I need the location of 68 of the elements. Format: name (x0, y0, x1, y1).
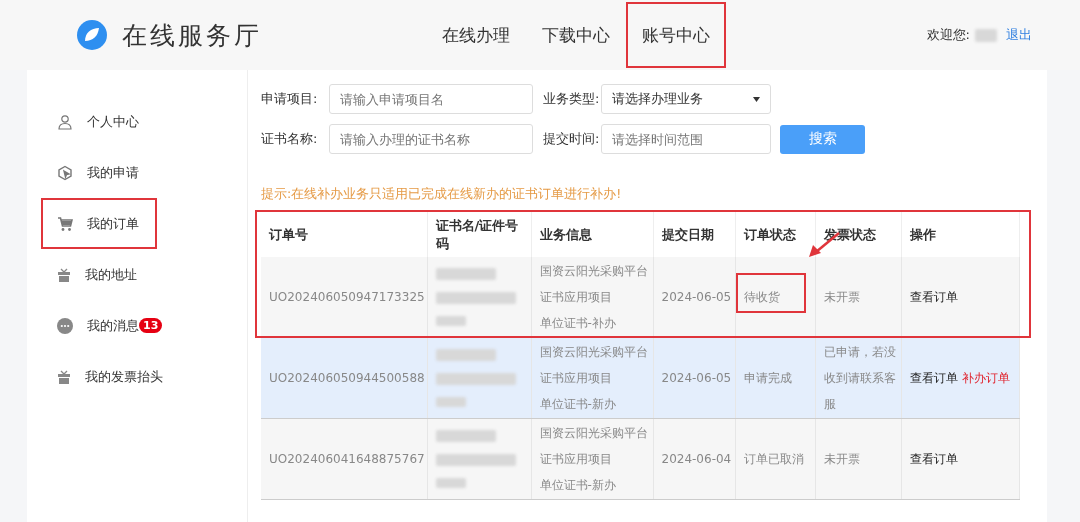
invoice-status: 未开票 (823, 289, 861, 306)
reissue-link[interactable]: 补办订单 (961, 371, 1010, 385)
field-label: 申请项目: (261, 90, 319, 108)
invoice-status: 未开票 (823, 451, 861, 468)
column-header: 证书名/证件号码 (435, 217, 519, 251)
order-number: UO202406041648875767 (269, 452, 425, 466)
table-cell: 2024-06-04 (661, 452, 732, 466)
column-header: 操作 (909, 226, 936, 242)
sidebar-item[interactable]: 我的申请 (41, 147, 247, 198)
chat-icon (57, 317, 73, 334)
sidebar-item[interactable]: 个人中心 (41, 96, 247, 147)
field-label: 证书名称: (261, 130, 319, 148)
column-header: 订单状态 (743, 226, 796, 242)
order-status: 订单已取消 (743, 452, 804, 466)
business-info: 国资云阳光采购平台 (539, 344, 649, 361)
blurred-text (435, 397, 466, 407)
blurred-text (435, 268, 496, 280)
view-order-link[interactable]: 查看订单 (909, 371, 958, 385)
business-info: 证书应用项目 (539, 370, 613, 387)
business-info: 证书应用项目 (539, 289, 613, 306)
nav-tab[interactable]: 账号中心 (626, 2, 726, 68)
field-label: 提交时间: (542, 130, 601, 148)
date-range-field[interactable]: 请选择时间范围 (601, 124, 771, 154)
sidebar-item[interactable]: 我的订单 (41, 198, 247, 249)
business-info: 单位证书-新办 (539, 396, 617, 413)
order-number: UO202406050947173325 (269, 290, 425, 304)
blurred-text (435, 316, 466, 326)
cursor-badge-icon (57, 164, 73, 181)
input-field[interactable]: 请输入办理的证书名称 (329, 124, 533, 154)
column-header: 业务信息 (539, 226, 592, 242)
select-field[interactable]: 请选择办理业务 (601, 84, 771, 114)
table-cell: 2024-06-05 (661, 290, 732, 304)
nav-tab[interactable]: 在线办理 (426, 2, 526, 68)
nav-tab[interactable]: 下载中心 (526, 2, 626, 68)
dropdown-icon (753, 96, 760, 102)
sidebar-item[interactable]: 我的消息 13 (41, 300, 247, 351)
blurred-text (435, 478, 466, 488)
user-icon (57, 113, 73, 130)
order-number: UO202406050944500588 (269, 371, 425, 385)
column-header: 订单号 (269, 226, 308, 242)
gift-icon (57, 369, 71, 384)
site-title: 在线服务厅 (122, 19, 262, 52)
order-status: 待收货 (743, 290, 780, 304)
view-order-link[interactable]: 查看订单 (909, 452, 958, 466)
sidebar-item[interactable]: 我的发票抬头 (41, 351, 247, 402)
table-cell: 2024-06-05 (661, 371, 732, 385)
business-info: 单位证书-新办 (539, 477, 617, 494)
business-info: 证书应用项目 (539, 451, 613, 468)
cart-icon (57, 215, 73, 232)
input-field[interactable]: 请输入申请项目名 (329, 84, 533, 114)
blurred-text (435, 430, 496, 442)
sidebar-item[interactable]: 我的地址 (41, 249, 247, 300)
order-status: 申请完成 (743, 371, 792, 385)
logo-icon (76, 19, 108, 51)
count-badge: 13 (139, 318, 163, 333)
view-order-link[interactable]: 查看订单 (909, 290, 958, 304)
field-label: 业务类型: (542, 90, 601, 108)
blurred-text (435, 349, 496, 361)
invoice-status: 已申请，若没收到请联系客服 (823, 344, 897, 413)
welcome-text: 欢迎您: (926, 26, 970, 44)
tip-text: 提示:在线补办业务只适用已完成在线新办的证书订单进行补办! (261, 186, 623, 203)
business-info: 单位证书-补办 (539, 315, 617, 332)
column-header: 提交日期 (661, 226, 714, 242)
logout-link[interactable]: 退出 (1006, 26, 1032, 44)
business-info: 国资云阳光采购平台 (539, 425, 649, 442)
business-info: 国资云阳光采购平台 (539, 263, 649, 280)
blurred-username (975, 28, 997, 42)
gift-icon (57, 267, 71, 282)
